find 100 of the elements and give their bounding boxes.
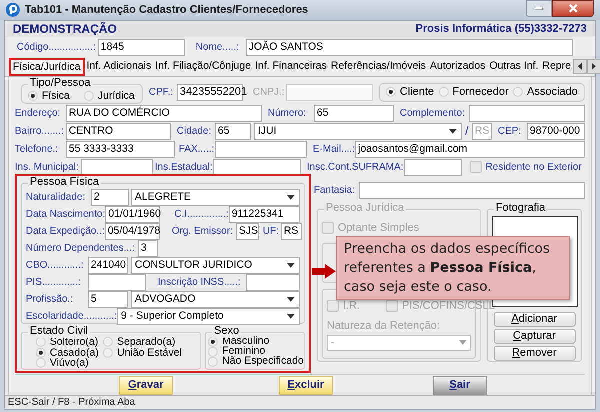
field-label: Telefone.: bbox=[15, 142, 60, 156]
field-label: Número Dependentes...: bbox=[26, 242, 136, 256]
action-button[interactable]: Remover bbox=[494, 346, 576, 361]
minimize-icon bbox=[535, 7, 543, 10]
group-legend: Fotografia bbox=[494, 202, 548, 215]
input-field[interactable]: 65 bbox=[314, 104, 394, 122]
action-button[interactable]: Excluir bbox=[279, 376, 333, 394]
right-arrow-icon bbox=[592, 63, 596, 70]
input-field[interactable]: 5 bbox=[88, 290, 128, 308]
field-label: Data Expedição..: bbox=[26, 224, 105, 238]
tab[interactable]: Autorizados bbox=[428, 58, 488, 76]
dropdown[interactable]: IJUI bbox=[254, 122, 462, 140]
group-legend: Sexo bbox=[212, 325, 242, 338]
dropdown[interactable]: CONSULTOR JURIDICO bbox=[131, 256, 300, 274]
checkbox-option[interactable]: Residente no Exterior bbox=[462, 160, 582, 174]
close-icon bbox=[568, 4, 578, 13]
radio-option[interactable]: Fornecedor bbox=[438, 84, 509, 100]
caret-down-icon bbox=[287, 262, 295, 268]
input-field[interactable]: 98700-000 bbox=[527, 122, 585, 140]
checkbox[interactable] bbox=[470, 161, 482, 173]
group-legend: Tipo/Pessoa bbox=[28, 76, 93, 90]
tab-scroll-left-button[interactable] bbox=[573, 59, 588, 74]
tab[interactable]: Inf. Financeiras bbox=[253, 58, 330, 76]
action-button[interactable]: Gravar bbox=[119, 376, 173, 394]
separator-slash: / bbox=[464, 123, 470, 140]
caret-down-icon bbox=[287, 296, 295, 302]
input-field[interactable]: 05/04/1978 bbox=[104, 222, 160, 240]
action-button[interactable]: Capturar bbox=[494, 329, 576, 344]
field-label: Profissão.: bbox=[26, 292, 74, 306]
action-button[interactable]: Adicionar bbox=[494, 312, 576, 327]
tab[interactable]: Inf. Filiação/Cônjuge bbox=[153, 58, 254, 76]
input-field[interactable]: 65 bbox=[215, 122, 251, 140]
tab[interactable]: Física/Jurídica bbox=[9, 58, 85, 76]
radio-option[interactable]: Cliente bbox=[386, 84, 434, 100]
input-field[interactable] bbox=[359, 182, 585, 199]
field-label: Endereço: bbox=[15, 106, 62, 120]
close-button[interactable] bbox=[552, 0, 594, 17]
input-field[interactable]: 241040 bbox=[88, 256, 128, 274]
radio-option[interactable]: Casado(a) bbox=[36, 348, 104, 358]
arrow-icon bbox=[312, 264, 336, 279]
field-label: Org. Emissor: bbox=[170, 224, 234, 238]
caret-down-icon bbox=[287, 314, 295, 318]
input-field[interactable] bbox=[469, 104, 585, 122]
radio-option[interactable]: Masculino bbox=[208, 337, 304, 347]
company-contact: Prosis Informática (55)3332-7273 bbox=[416, 22, 587, 37]
field-label: Complemento: bbox=[399, 106, 466, 120]
field-label: CPF.: bbox=[148, 86, 174, 100]
input-field[interactable]: JOÃO SANTOS bbox=[246, 38, 573, 56]
input-field[interactable]: 911225341 bbox=[228, 206, 300, 222]
input-field[interactable]: CENTRO bbox=[66, 122, 171, 140]
radio-option[interactable]: Feminino bbox=[208, 347, 304, 357]
status-bar: ESC-Sair / F8 - Próxima Aba bbox=[5, 395, 595, 409]
dropdown[interactable]: ADVOGADO bbox=[131, 290, 300, 308]
input-field[interactable]: RUA DO COMÉRCIO bbox=[66, 104, 262, 122]
radio-option[interactable]: Não Especificado bbox=[208, 357, 304, 367]
action-button[interactable]: Sair bbox=[433, 376, 487, 394]
field-label: Naturalidade: bbox=[26, 190, 86, 204]
minimize-button[interactable] bbox=[526, 0, 552, 17]
radio-option[interactable]: Jurídica bbox=[84, 90, 135, 102]
input-field[interactable]: 55 3333-3333 bbox=[66, 140, 175, 158]
input-field[interactable] bbox=[81, 158, 153, 176]
tab[interactable]: Outras Inf. bbox=[488, 58, 541, 76]
input-field[interactable] bbox=[246, 274, 300, 290]
left-arrow-icon bbox=[578, 63, 582, 70]
field-label: Código................: bbox=[17, 40, 97, 54]
field-label: Fantasia: bbox=[314, 184, 356, 198]
field-label: Data Nascimento: bbox=[26, 208, 106, 222]
field-label: Natureza da Retenção: bbox=[327, 319, 442, 334]
group-legend: Estado Civil bbox=[28, 325, 90, 338]
field-label: E-Mail....: bbox=[312, 142, 356, 156]
tab[interactable]: Repre bbox=[540, 58, 574, 76]
radio-option[interactable]: Associado bbox=[513, 84, 578, 100]
tab[interactable]: Inf. Adicionais bbox=[84, 58, 154, 76]
tab[interactable]: Referências/Imóveis bbox=[329, 58, 428, 76]
radio-option[interactable]: Solteiro(a) bbox=[36, 337, 104, 347]
input-field[interactable]: SJS bbox=[236, 222, 259, 240]
input-field[interactable] bbox=[215, 140, 307, 158]
field-label: C.I..............: bbox=[173, 208, 229, 222]
radio-option[interactable]: União Estável bbox=[103, 348, 186, 358]
input-field[interactable] bbox=[88, 274, 146, 290]
input-field[interactable] bbox=[404, 158, 462, 176]
dropdown[interactable]: 9 - Superior Completo bbox=[117, 308, 300, 324]
input-field[interactable]: RS bbox=[280, 222, 302, 240]
input-field[interactable]: joaosantos@gmail.com bbox=[355, 140, 585, 158]
input-field[interactable]: 2 bbox=[91, 188, 129, 206]
field-label: PIS.............: bbox=[26, 276, 82, 290]
input-field[interactable]: 01/01/1960 bbox=[105, 206, 160, 222]
input-field[interactable]: 3 bbox=[138, 240, 158, 256]
input-field[interactable]: 1845 bbox=[98, 38, 185, 56]
field-label: Nome.....: bbox=[194, 40, 240, 54]
input-field[interactable] bbox=[213, 158, 301, 176]
radio-option[interactable]: Separado(a) bbox=[103, 337, 186, 347]
field-label: Insc.Cont.SUFRAMA: bbox=[306, 160, 404, 174]
caret-down-icon bbox=[287, 194, 295, 200]
tab-scroll-right-button[interactable] bbox=[587, 59, 600, 74]
field-label: UF: bbox=[262, 224, 280, 238]
radio-option[interactable]: Viúvo(a) bbox=[36, 358, 104, 368]
caret-down-icon bbox=[449, 128, 457, 134]
radio-option[interactable]: Física bbox=[28, 90, 70, 102]
dropdown[interactable]: ALEGRETE bbox=[131, 188, 300, 206]
